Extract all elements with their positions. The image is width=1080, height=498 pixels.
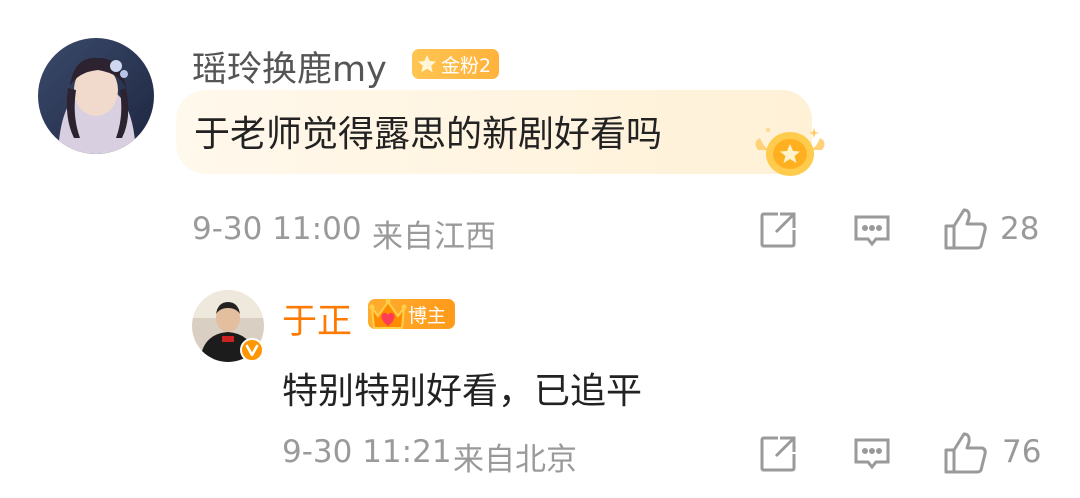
replier-name[interactable]: 于正: [282, 293, 352, 344]
author-badge: 博主: [368, 296, 458, 332]
commenter-avatar[interactable]: [38, 38, 154, 154]
like-icon[interactable]: [942, 430, 988, 476]
gold-bubble-decoration-icon: [748, 120, 832, 180]
like-count: 28: [1000, 211, 1040, 247]
comment-location: 来自江西: [372, 219, 496, 255]
comment-time: 9-30 11:00: [192, 211, 362, 247]
author-badge-label: 博主: [408, 304, 447, 327]
like-icon[interactable]: [942, 206, 988, 252]
share-icon[interactable]: [758, 210, 798, 250]
fan-level-badge: 金粉2: [412, 49, 500, 79]
crown-heart-icon: [369, 298, 407, 329]
share-icon[interactable]: [758, 434, 798, 474]
reply-location: 来自北京: [453, 442, 577, 478]
like-count: 76: [1002, 434, 1042, 470]
commenter-name[interactable]: 瑶玲换鹿my: [192, 41, 387, 92]
star-icon: [418, 55, 436, 73]
verified-icon: [240, 338, 264, 362]
fan-level-label: 金粉2: [441, 54, 492, 77]
comment-icon[interactable]: [852, 434, 892, 474]
reply-time: 9-30 11:21: [282, 434, 452, 470]
comment-icon[interactable]: [852, 211, 892, 251]
comment-text: 于老师觉得露思的新剧好看吗: [194, 114, 663, 155]
reply-text: 特别特别好看，已追平: [282, 371, 643, 412]
